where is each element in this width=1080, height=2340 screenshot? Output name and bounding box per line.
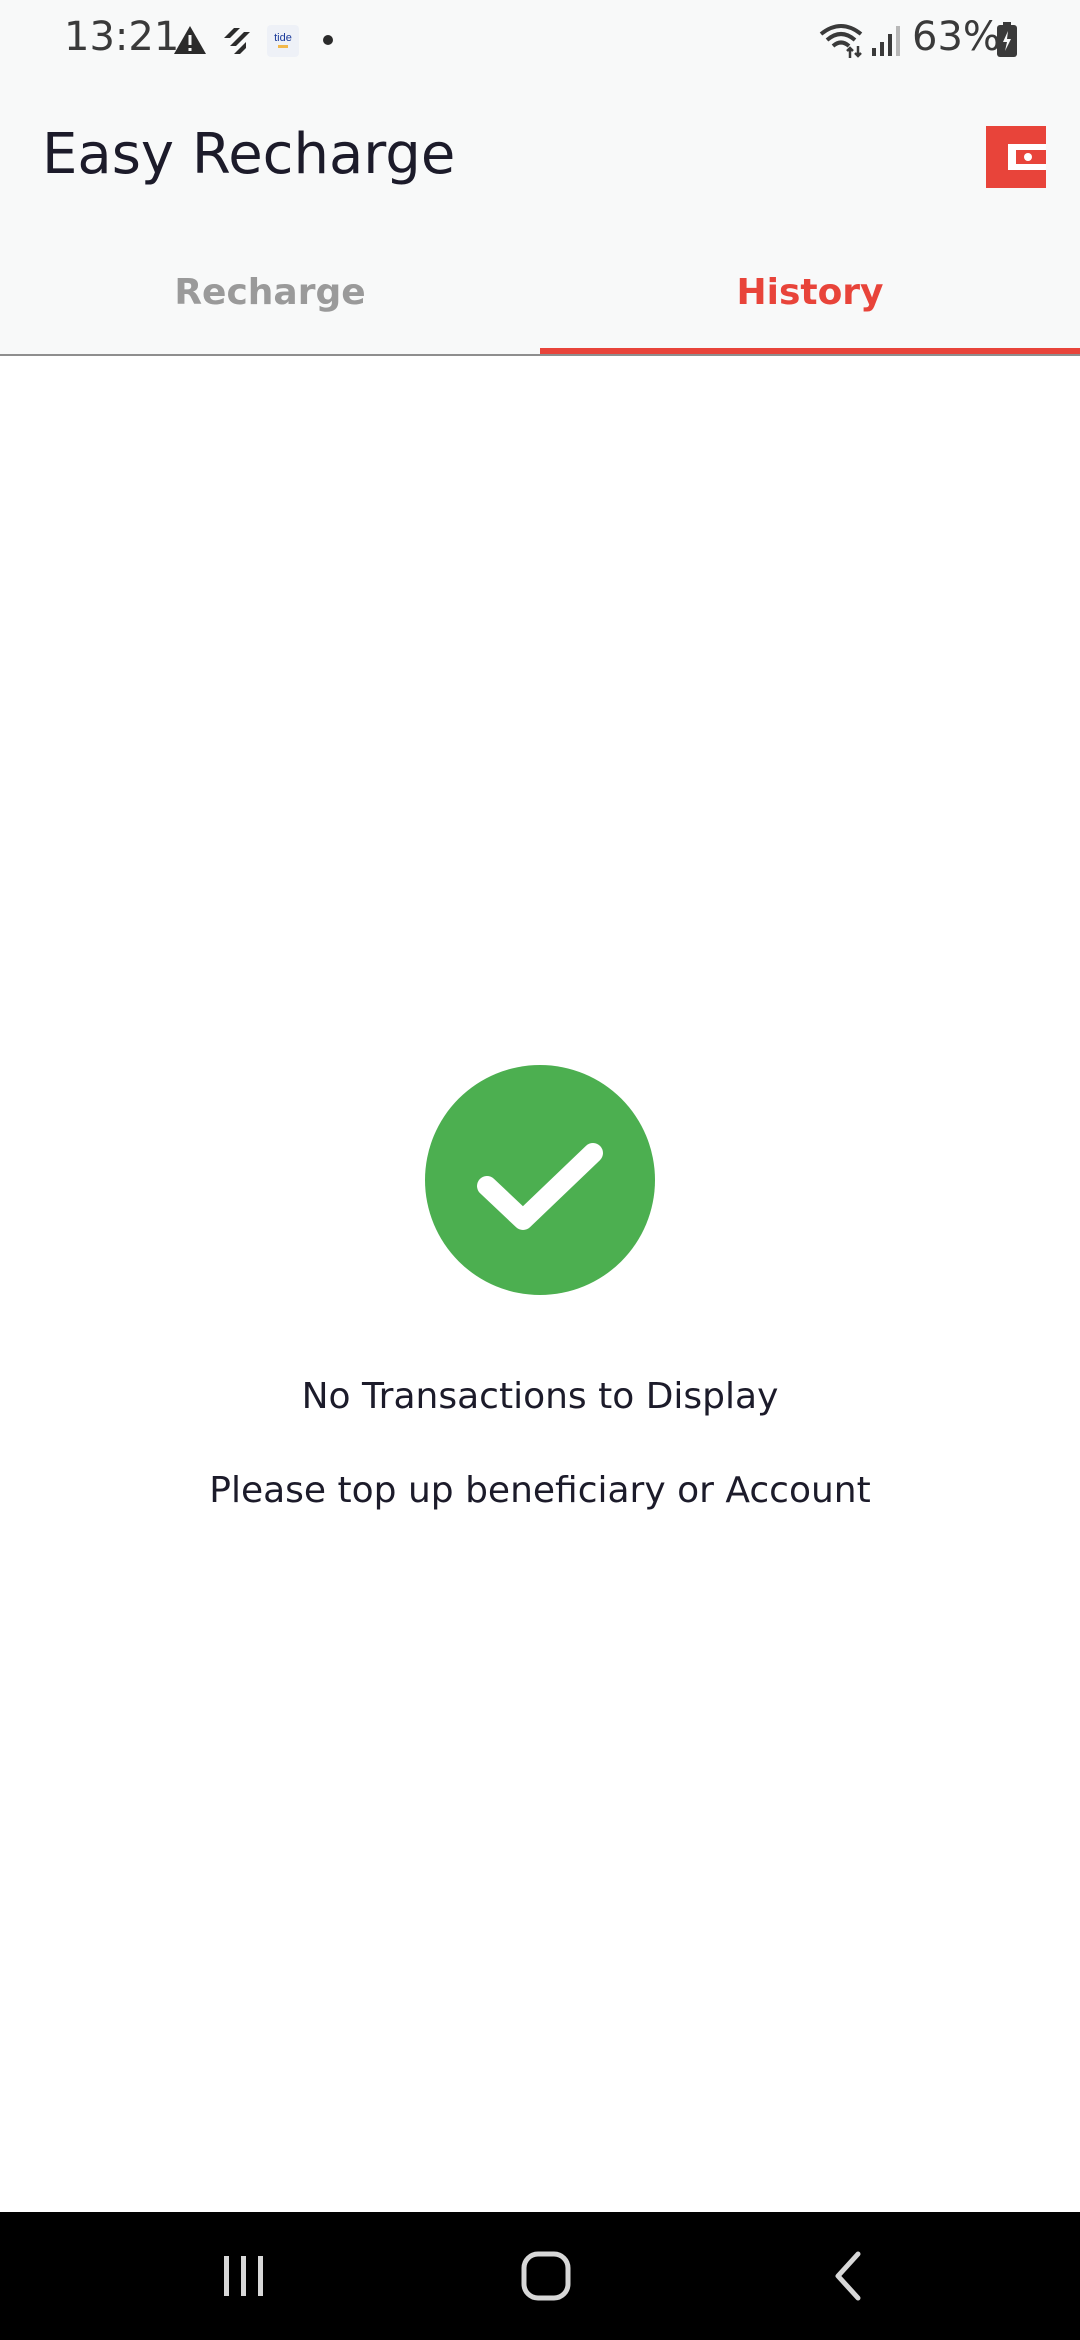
tab-history[interactable]: History [540, 230, 1080, 354]
empty-state-subtitle: Please top up beneficiary or Account [209, 1470, 871, 1511]
app-bar: Easy Recharge [0, 80, 1080, 230]
system-nav-bar [0, 2212, 1080, 2340]
recent-apps-icon [224, 2256, 263, 2296]
home-button[interactable] [506, 2248, 586, 2304]
recent-apps-button[interactable] [204, 2248, 284, 2304]
page-title: Easy Recharge [42, 122, 456, 187]
history-content: No Transactions to Display Please top up… [0, 356, 1080, 2212]
wifi-icon [819, 24, 863, 58]
status-time: 13:21 [64, 14, 180, 60]
tab-recharge[interactable]: Recharge [0, 230, 540, 354]
tide-notification-icon: tide [267, 25, 299, 57]
home-icon [521, 2251, 571, 2301]
warning-icon [174, 26, 206, 54]
more-dot-icon [323, 35, 333, 45]
check-circle-icon [425, 1065, 655, 1295]
back-icon [835, 2251, 861, 2301]
svg-text:tide: tide [274, 32, 292, 44]
signal-icon [872, 26, 900, 56]
battery-percent: 63% [912, 14, 1001, 60]
battery-icon [997, 22, 1017, 57]
wallet-icon [986, 126, 1046, 188]
status-bar: 13:21 tide 63% [0, 0, 1080, 80]
wallet-button[interactable] [980, 124, 1052, 190]
app-notification-icon [224, 28, 250, 54]
tab-bar: Recharge History [0, 230, 1080, 356]
back-button[interactable] [808, 2248, 888, 2304]
empty-state-title: No Transactions to Display [301, 1376, 779, 1417]
tab-indicator [540, 348, 1080, 354]
